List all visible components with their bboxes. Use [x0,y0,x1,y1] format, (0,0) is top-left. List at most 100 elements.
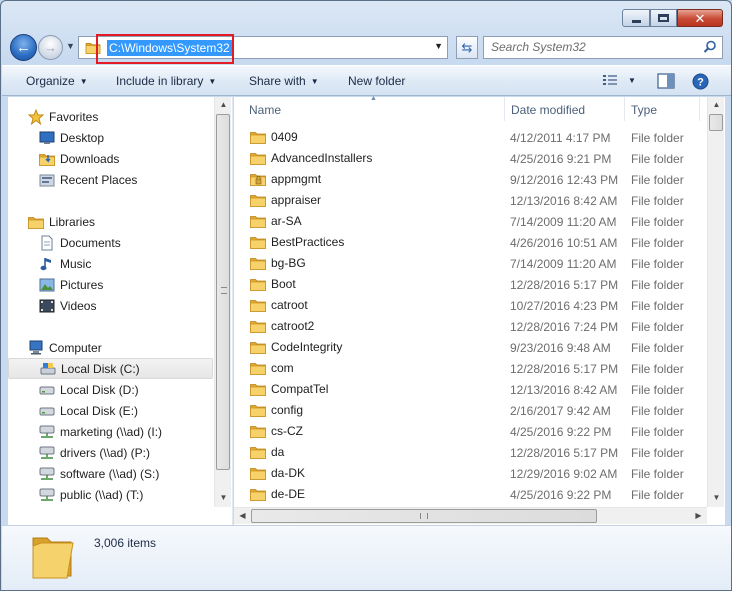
column-header-name[interactable]: Name [249,103,281,117]
forward-button[interactable]: → [38,35,63,60]
folder-icon [250,130,266,144]
file-row[interactable]: da 12/28/2016 5:17 PM File folder [234,442,707,463]
file-row[interactable]: bg-BG 7/14/2009 11:20 AM File folder [234,253,707,274]
documents-icon [38,235,56,251]
include-in-library-label: Include in library [116,74,204,88]
maximize-button[interactable] [650,9,677,27]
nav-item-documents[interactable]: Documents [38,232,243,253]
folder-icon [250,298,266,312]
file-date-modified: 7/14/2009 11:20 AM [510,215,617,229]
file-name: ar-SA [271,214,302,228]
file-row[interactable]: de-DE 4/25/2016 9:22 PM File folder [234,484,707,505]
file-row[interactable]: 0409 4/12/2011 4:17 PM File folder [234,127,707,148]
file-row[interactable]: Boot 12/28/2016 5:17 PM File folder [234,274,707,295]
file-row[interactable]: catroot 10/27/2016 4:23 PM File folder [234,295,707,316]
tree-libraries[interactable]: Libraries [27,211,232,232]
minimize-button[interactable] [622,9,650,27]
scroll-thumb[interactable] [216,114,230,470]
include-in-library-button[interactable]: Include in library ▼ [116,74,216,88]
new-folder-button[interactable]: New folder [348,74,405,88]
scroll-down-arrow-icon[interactable]: ▼ [215,493,232,502]
folder-icon [250,403,266,417]
view-options-icon[interactable] [602,73,618,87]
file-row[interactable]: BestPractices 4/26/2016 10:51 AM File fold… [234,232,707,253]
recent-pages-dropdown[interactable]: ▼ [66,41,75,51]
view-dropdown-icon[interactable]: ▼ [628,76,636,85]
column-separator[interactable] [624,97,625,121]
share-with-button[interactable]: Share with ▼ [249,74,319,88]
folder-icon [250,151,266,165]
back-button[interactable]: ← [10,34,37,61]
file-row[interactable]: com 12/28/2016 5:17 PM File folder [234,358,707,379]
grip-icon [221,287,227,294]
scroll-thumb[interactable] [709,114,723,131]
nav-item-label: marketing (\\ad) (I:) [60,424,163,439]
file-name: com [271,361,294,375]
chevron-down-icon: ▼ [79,77,88,86]
nav-item-local-disk-d[interactable]: Local Disk (D:) [38,379,243,400]
network-drive-icon [38,487,56,503]
file-row[interactable]: da-DK 12/29/2016 9:02 AM File folder [234,463,707,484]
column-header-type[interactable]: Type [631,103,657,117]
tree-computer[interactable]: Computer [27,337,232,358]
file-date-modified: 4/25/2016 9:21 PM [510,152,612,166]
file-row[interactable]: catroot2 12/28/2016 7:24 PM File folder [234,316,707,337]
file-row[interactable]: appraiser 12/13/2016 8:42 AM File folder [234,190,707,211]
scroll-left-arrow-icon[interactable]: ◀ [234,511,251,520]
file-list-horizontal-scrollbar[interactable]: ◀ ▶ [234,507,707,524]
file-row[interactable]: CodeIntegrity 9/23/2016 9:48 AM File folde… [234,337,707,358]
scroll-up-arrow-icon[interactable]: ▲ [215,100,232,109]
file-row[interactable]: cs-CZ 4/25/2016 9:22 PM File folder [234,421,707,442]
search-input[interactable] [491,40,691,54]
nav-item-label: Local Disk (C:) [61,361,140,376]
scroll-thumb[interactable] [251,509,597,523]
file-list-vertical-scrollbar[interactable]: ▲ ▼ [707,97,724,507]
nav-item-local-disk-c[interactable]: Local Disk (C:) [8,358,213,379]
nav-item-desktop[interactable]: Desktop [38,127,243,148]
nav-item-public-drive[interactable]: public (\\ad) (T:) [38,484,243,505]
scroll-down-arrow-icon[interactable]: ▼ [708,493,725,502]
folder-icon [250,424,266,438]
nav-item-label: software (\\ad) (S:) [60,466,160,481]
file-row[interactable]: config 2/16/2017 9:42 AM File folder [234,400,707,421]
search-box[interactable] [483,36,723,59]
file-row[interactable]: ar-SA 7/14/2009 11:20 AM File folder [234,211,707,232]
nav-item-local-disk-e[interactable]: Local Disk (E:) [38,400,243,421]
file-date-modified: 9/12/2016 12:43 PM [510,173,619,187]
column-separator[interactable] [504,97,505,121]
nav-item-drivers-drive[interactable]: drivers (\\ad) (P:) [38,442,243,463]
file-row[interactable]: CompatTel 12/13/2016 8:42 AM File folder [234,379,707,400]
file-row[interactable]: AdvancedInstallers 4/25/2016 9:21 PM File … [234,148,707,169]
scroll-up-arrow-icon[interactable]: ▲ [708,100,725,109]
nav-item-marketing-drive[interactable]: marketing (\\ad) (I:) [38,421,243,442]
nav-item-music[interactable]: Music [38,253,243,274]
organize-button[interactable]: Organize ▼ [26,74,88,88]
nav-item-pictures[interactable]: Pictures [38,274,243,295]
file-row[interactable]: appmgmt 9/12/2016 12:43 PM File folder [234,169,707,190]
refresh-button[interactable]: ⇆ [456,36,478,59]
search-icon[interactable] [703,40,717,54]
nav-pane-scrollbar[interactable]: ▲ ▼ [214,97,231,507]
nav-item-recent-places[interactable]: Recent Places [38,169,243,190]
sort-ascending-icon: ▲ [370,95,377,102]
close-button[interactable]: ✕ [677,9,723,27]
file-list-pane: ▲ Name Date modified Type 0409 4/12/2011 … [234,95,725,525]
help-icon[interactable]: ? [692,73,709,90]
pictures-icon [38,277,56,293]
preview-pane-icon[interactable] [657,73,675,89]
nav-item-label: Documents [60,235,121,250]
address-dropdown-icon[interactable]: ▼ [434,41,443,51]
column-header-date[interactable]: Date modified [511,103,585,117]
file-type: File folder [631,257,684,271]
tree-favorites[interactable]: Favorites [27,106,232,127]
file-type: File folder [631,341,684,355]
nav-item-downloads[interactable]: Downloads [38,148,243,169]
file-name: AdvancedInstallers [271,151,373,165]
nav-item-software-drive[interactable]: software (\\ad) (S:) [38,463,243,484]
column-separator[interactable] [699,97,700,121]
scroll-right-arrow-icon[interactable]: ▶ [690,511,707,520]
refresh-icon: ⇆ [461,39,473,55]
folder-icon [250,235,266,249]
nav-item-videos[interactable]: Videos [38,295,243,316]
details-pane: 3,006 items [2,525,731,590]
